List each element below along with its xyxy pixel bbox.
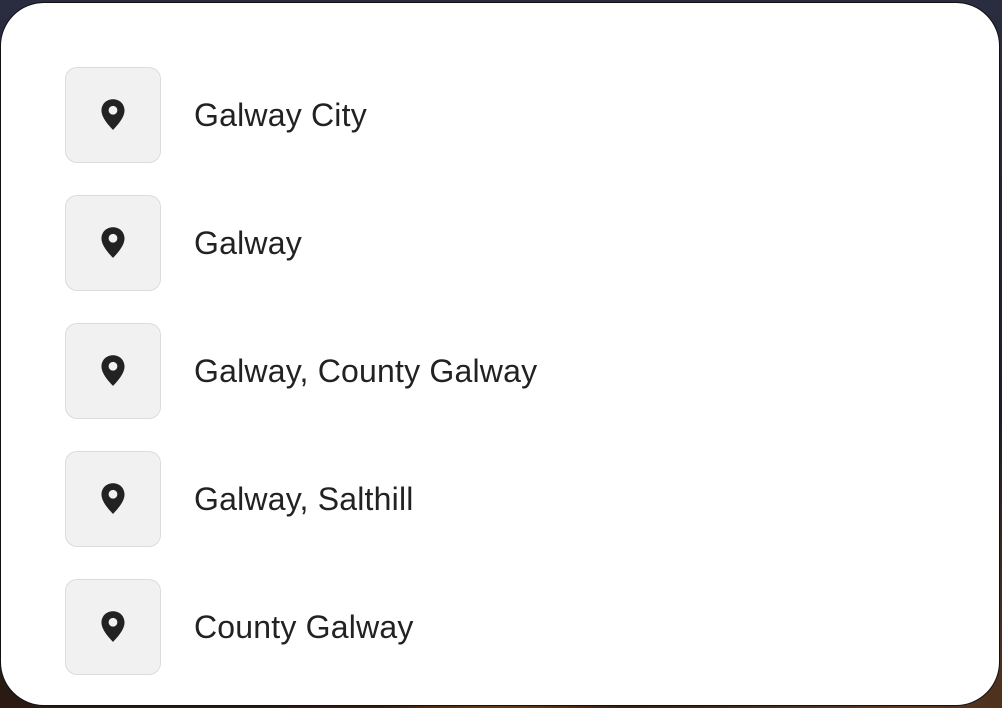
- suggestion-label: Galway City: [194, 96, 367, 133]
- suggestion-item-galway-county-galway[interactable]: Galway, County Galway: [65, 323, 959, 419]
- suggestion-item-galway-city[interactable]: Galway City: [65, 67, 959, 163]
- suggestion-item-county-galway[interactable]: County Galway: [65, 579, 959, 675]
- map-pin-icon: [65, 451, 161, 547]
- suggestion-label: Galway, Salthill: [194, 480, 414, 517]
- map-pin-icon: [65, 579, 161, 675]
- map-pin-icon: [65, 323, 161, 419]
- suggestion-list: Galway City Galway Galway, County Galway…: [65, 67, 959, 707]
- suggestion-item-galway[interactable]: Galway: [65, 195, 959, 291]
- suggestion-item-galway-salthill[interactable]: Galway, Salthill: [65, 451, 959, 547]
- suggestion-label: County Galway: [194, 608, 414, 645]
- suggestion-label: Galway, County Galway: [194, 352, 538, 389]
- map-pin-icon: [65, 195, 161, 291]
- location-suggestions-dropdown: Galway City Galway Galway, County Galway…: [0, 2, 1000, 706]
- suggestion-label: Galway: [194, 224, 302, 261]
- map-pin-icon: [65, 67, 161, 163]
